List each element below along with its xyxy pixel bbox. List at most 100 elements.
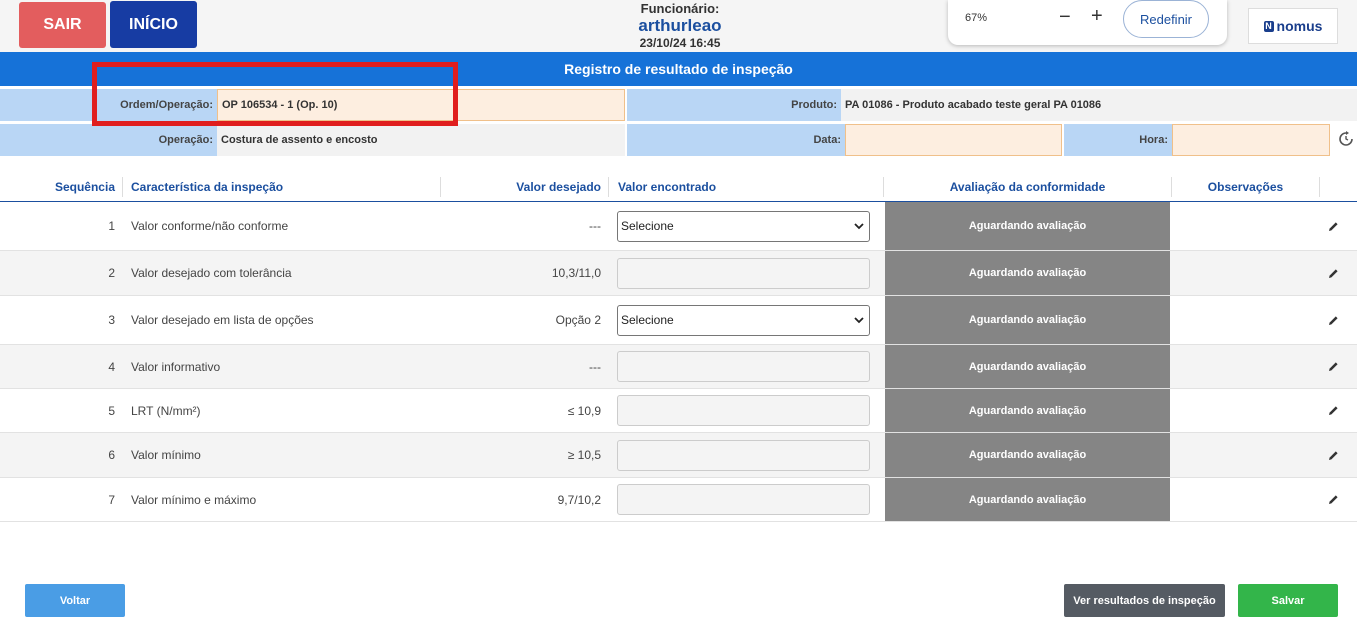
cell-sequencia: 1 [108, 219, 115, 233]
data-label: Data: [627, 124, 845, 156]
cell-valor-encontrado [617, 478, 870, 521]
pencil-icon [1328, 495, 1338, 504]
pencil-icon [1328, 315, 1338, 325]
cell-caracteristica: Valor desejado em lista de opções [131, 313, 314, 327]
cell-valor-desejado: 9,7/10,2 [557, 492, 601, 507]
cell-sequencia: 4 [108, 359, 115, 374]
table-row: 6 Valor mínimo ≥ 10,5 Aguardando avaliação [0, 433, 1357, 478]
cell-valor-desejado: ≥ 10,5 [567, 448, 601, 462]
edit-observacao-button[interactable] [1325, 202, 1341, 250]
operacao-value: Costura de assento e encosto [217, 124, 625, 156]
col-header-caracteristica: Característica da inspeção [131, 179, 284, 194]
zoom-reset-button[interactable]: Redefinir [1123, 0, 1209, 38]
select-value: Selecione [621, 219, 674, 233]
hora-label: Hora: [1064, 124, 1172, 156]
cell-caracteristica: Valor mínimo [131, 448, 201, 462]
zoom-in-button[interactable]: + [1091, 5, 1103, 28]
voltar-button[interactable]: Voltar [25, 584, 125, 617]
ver-resultados-button[interactable]: Ver resultados de inspeção [1064, 584, 1225, 617]
cell-valor-encontrado [617, 433, 870, 477]
table-row: 2 Valor desejado com tolerância 10,3/11,0 A… [0, 251, 1357, 296]
pencil-icon [1328, 268, 1338, 278]
top-header: SAIR INÍCIO Funcionário: arthurleao 23/1… [0, 0, 1357, 52]
pencil-icon [1328, 450, 1338, 460]
valor-encontrado-input[interactable] [617, 395, 870, 426]
hora-field[interactable] [1172, 124, 1330, 156]
cell-avaliacao-status: Aguardando avaliação [885, 433, 1170, 477]
col-divider [122, 177, 123, 197]
edit-observacao-button[interactable] [1325, 433, 1341, 477]
cell-caracteristica: LRT (N/mm²) [131, 403, 201, 418]
current-datetime: 23/10/24 16:45 [639, 36, 721, 50]
cell-caracteristica: Valor desejado com tolerância [131, 266, 292, 280]
col-divider [883, 177, 884, 197]
cell-sequencia: 7 [108, 492, 115, 507]
funcionario-info: Funcionário: arthurleao 23/10/24 16:45 [580, 1, 780, 51]
cell-valor-desejado: 10,3/11,0 [551, 266, 601, 280]
valor-encontrado-input[interactable] [617, 439, 870, 471]
select-value: Selecione [621, 313, 674, 327]
cell-sequencia: 6 [108, 448, 115, 462]
cell-valor-desejado: Opção 2 [555, 313, 601, 327]
pencil-icon [1328, 362, 1338, 371]
info-row-operacao-data: Operação: Costura de assento e encosto D… [0, 124, 1357, 156]
zoom-control: 67% − + Redefinir [948, 0, 1227, 45]
data-field[interactable] [845, 124, 1062, 156]
funcionario-user: arthurleao [638, 16, 722, 35]
nomus-logo-text: nomus [1276, 18, 1323, 34]
cell-valor-desejado: --- [589, 219, 601, 233]
cell-avaliacao-status: Aguardando avaliação [885, 478, 1170, 521]
cell-valor-encontrado: Selecione [617, 202, 870, 250]
produto-value: PA 01086 - Produto acabado teste geral P… [841, 89, 1357, 121]
table-row: 3 Valor desejado em lista de opções Opção … [0, 296, 1357, 345]
table-row: 1 Valor conforme/não conforme --- Selecione… [0, 202, 1357, 251]
edit-observacao-button[interactable] [1325, 251, 1341, 295]
cell-caracteristica: Valor mínimo e máximo [131, 492, 257, 507]
col-header-observacoes: Observações [1207, 179, 1284, 194]
cell-caracteristica: Valor informativo [131, 359, 221, 374]
zoom-level: 67% [965, 12, 988, 24]
refresh-time-icon[interactable] [1337, 130, 1355, 148]
valor-encontrado-input[interactable] [617, 351, 870, 382]
zoom-out-button[interactable]: − [1059, 6, 1071, 29]
sair-button[interactable]: SAIR [19, 2, 106, 48]
col-divider [1319, 177, 1320, 197]
edit-observacao-button[interactable] [1325, 345, 1341, 388]
table-row: 7 Valor mínimo e máximo 9,7/10,2 Aguardando… [0, 478, 1357, 522]
cell-valor-desejado: --- [589, 359, 601, 374]
inicio-button[interactable]: INÍCIO [110, 1, 197, 48]
cell-avaliacao-status: Aguardando avaliação [885, 345, 1170, 388]
cell-valor-encontrado: Selecione [617, 296, 870, 344]
salvar-button[interactable]: Salvar [1238, 584, 1338, 617]
cell-avaliacao-status: Aguardando avaliação [885, 389, 1170, 432]
operacao-label: Operação: [0, 124, 217, 156]
edit-observacao-button[interactable] [1325, 478, 1341, 521]
nomus-logo-icon: N [1263, 20, 1274, 32]
pencil-icon [1328, 406, 1338, 415]
cell-valor-encontrado [617, 389, 870, 432]
cell-valor-desejado: ≤ 10,9 [567, 403, 601, 418]
chevron-down-icon [854, 222, 864, 229]
valor-encontrado-input[interactable] [617, 484, 870, 515]
cell-caracteristica: Valor conforme/não conforme [131, 219, 289, 233]
pencil-icon [1328, 221, 1338, 231]
col-header-sequencia: Sequência [54, 179, 115, 194]
table-row: 4 Valor informativo --- Aguardando avaliaçã… [0, 345, 1357, 389]
table-row: 5 LRT (N/mm²) ≤ 10,9 Aguardando avaliação [0, 389, 1357, 433]
table-header: Sequência Característica da inspeção Val… [0, 172, 1357, 202]
cell-sequencia: 2 [108, 266, 115, 280]
edit-observacao-button[interactable] [1325, 389, 1341, 432]
valor-encontrado-select[interactable]: Selecione [617, 304, 870, 336]
cell-sequencia: 5 [108, 403, 115, 418]
col-header-valor-encontrado: Valor encontrado [618, 179, 717, 194]
edit-observacao-button[interactable] [1325, 296, 1341, 344]
produto-label: Produto: [627, 89, 841, 121]
valor-encontrado-input[interactable] [617, 257, 870, 289]
chevron-down-icon [854, 316, 864, 323]
cell-avaliacao-status: Aguardando avaliação [885, 202, 1170, 250]
cell-avaliacao-status: Aguardando avaliação [885, 251, 1170, 295]
col-header-valor-desejado: Valor desejado [516, 179, 601, 194]
col-header-avaliacao: Avaliação da conformidade [949, 179, 1106, 194]
cell-sequencia: 3 [108, 313, 115, 327]
valor-encontrado-select[interactable]: Selecione [617, 210, 870, 242]
